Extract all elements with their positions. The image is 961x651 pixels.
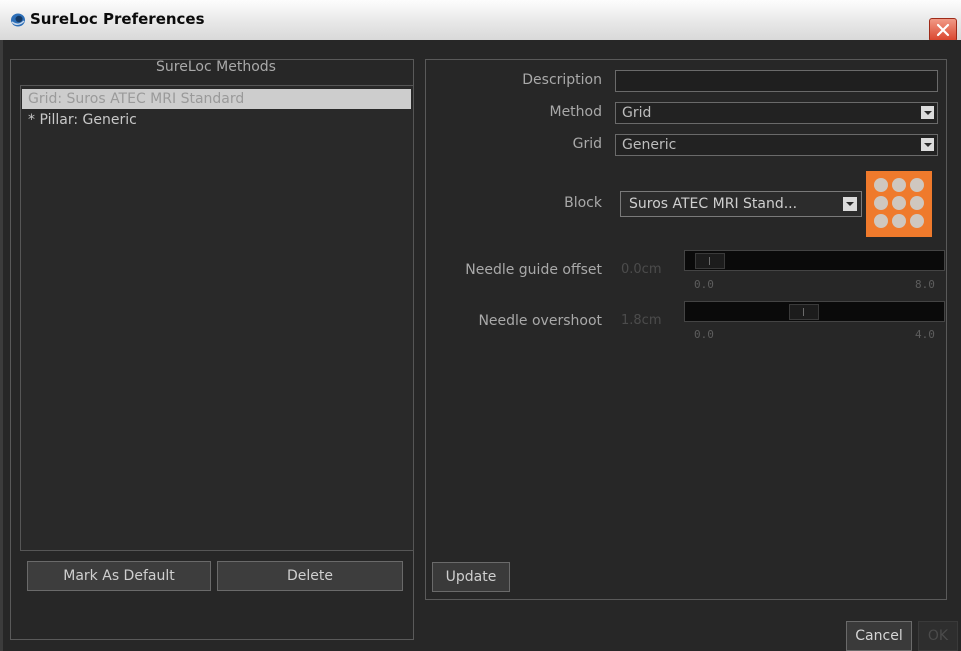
- app-eye-icon: [11, 13, 25, 27]
- mark-as-default-button[interactable]: Mark As Default: [27, 561, 211, 591]
- window-left-edge: [0, 40, 3, 651]
- slider-handle[interactable]: [789, 304, 820, 320]
- grid-block-icon: [866, 171, 932, 237]
- needle-overshoot-max: 4.0: [915, 328, 935, 341]
- chevron-down-icon: [921, 138, 934, 151]
- methods-list[interactable]: Grid: Suros ATEC MRI Standard * Pillar: …: [20, 85, 414, 551]
- block-value: Suros ATEC MRI Stand...: [629, 196, 798, 212]
- needle-guide-offset-value: 0.0cm: [621, 262, 662, 277]
- description-label: Description: [522, 72, 602, 88]
- close-button[interactable]: [929, 18, 957, 42]
- method-label: Method: [549, 104, 602, 120]
- chevron-down-icon: [843, 197, 857, 211]
- grid-label: Grid: [572, 136, 602, 152]
- update-button[interactable]: Update: [432, 562, 510, 592]
- method-select[interactable]: Grid: [615, 102, 938, 124]
- delete-button[interactable]: Delete: [217, 561, 403, 591]
- method-value: Grid: [622, 105, 652, 121]
- block-label: Block: [564, 195, 602, 211]
- needle-guide-offset-label: Needle guide offset: [465, 262, 602, 278]
- needle-overshoot-min: 0.0: [694, 328, 714, 341]
- needle-overshoot-value: 1.8cm: [621, 313, 662, 328]
- chevron-down-icon: [921, 106, 934, 119]
- block-select[interactable]: Suros ATEC MRI Stand...: [620, 191, 862, 217]
- needle-overshoot-label: Needle overshoot: [478, 313, 602, 329]
- grid-select[interactable]: Generic: [615, 134, 938, 156]
- grid-value: Generic: [622, 137, 677, 153]
- list-item-grid-suros[interactable]: Grid: Suros ATEC MRI Standard: [22, 89, 411, 109]
- close-icon: [936, 23, 950, 37]
- list-item-pillar-generic[interactable]: * Pillar: Generic: [22, 110, 411, 130]
- needle-guide-offset-max: 8.0: [915, 278, 935, 291]
- window-title: SureLoc Preferences: [30, 10, 205, 28]
- slider-handle[interactable]: [695, 253, 725, 269]
- needle-overshoot-slider[interactable]: [684, 301, 945, 322]
- description-field[interactable]: [615, 70, 938, 92]
- needle-guide-offset-min: 0.0: [694, 278, 714, 291]
- ok-button[interactable]: OK: [918, 621, 958, 651]
- methods-heading: SureLoc Methods: [156, 59, 276, 75]
- title-bar: SureLoc Preferences: [0, 0, 961, 42]
- cancel-button[interactable]: Cancel: [846, 621, 912, 651]
- needle-guide-offset-slider[interactable]: [684, 250, 945, 271]
